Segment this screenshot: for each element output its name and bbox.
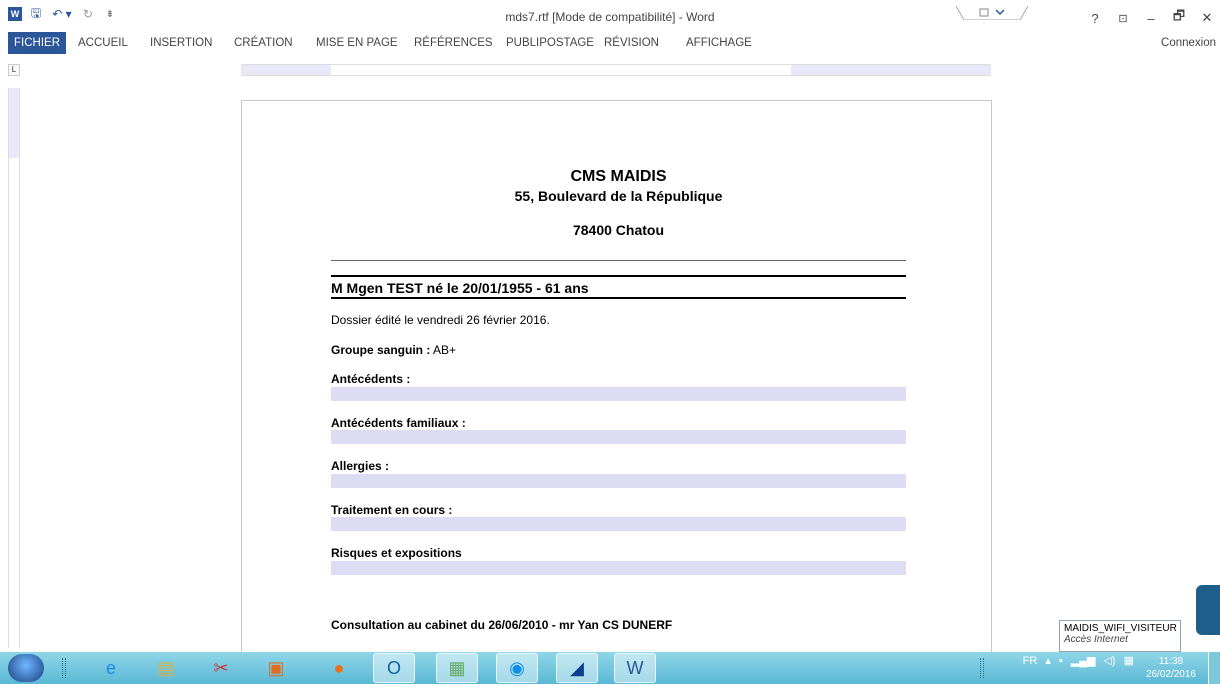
section-field[interactable] xyxy=(331,474,906,488)
section-antecedents: Antécédents : xyxy=(331,372,411,386)
section-treatment: Traitement en cours : xyxy=(331,503,453,517)
snipping-tool-icon[interactable]: ✂ xyxy=(200,653,242,683)
help-button[interactable]: ? xyxy=(1088,11,1102,26)
word-window: W 🖫 ↶ ▾ ↻ ⇟ mds7.rtf [Mode de compatibil… xyxy=(0,0,1220,684)
section-family-history: Antécédents familiaux : xyxy=(331,416,466,430)
letterhead: CMS MAIDIS 55, Boulevard de la Républiqu… xyxy=(331,168,906,238)
title-bar: W 🖫 ↶ ▾ ↻ ⇟ mds7.rtf [Mode de compatibil… xyxy=(0,0,1220,32)
consultation-heading: Consultation au cabinet du 26/06/2010 - … xyxy=(331,618,673,632)
maidis-app-icon[interactable]: ◢ xyxy=(556,653,598,683)
tab-references[interactable]: RÉFÉRENCES xyxy=(408,32,499,54)
remote-desktop-icon[interactable]: ▦ xyxy=(436,653,478,683)
organization-address: 55, Boulevard de la République xyxy=(514,188,723,204)
ribbon-display-options-icon[interactable] xyxy=(956,6,1028,20)
outlook-icon[interactable]: O xyxy=(373,653,415,683)
system-clock[interactable]: 11:38 26/02/2016 xyxy=(1146,655,1196,681)
section-field[interactable] xyxy=(331,430,906,444)
section-field[interactable] xyxy=(331,517,906,531)
edited-date: Dossier édité le vendredi 26 février 201… xyxy=(331,313,550,327)
blood-group: Groupe sanguin : AB+ xyxy=(331,343,456,357)
patient-heading: M Mgen TEST né le 20/01/1955 - 61 ans xyxy=(331,280,589,296)
taskbar: e ▤ ✂ ▣ ● O ▦ ◉ ◢ W FR ▴ ▪ ▂▄▆ ◁) ▦ 11:3… xyxy=(0,652,1220,684)
file-explorer-icon[interactable]: ▤ xyxy=(145,653,187,683)
tab-affichage[interactable]: AFFICHAGE xyxy=(680,32,758,54)
tab-selector[interactable]: L xyxy=(8,64,20,76)
word-taskbar-icon[interactable]: W xyxy=(614,653,656,683)
tab-accueil[interactable]: ACCUEIL xyxy=(72,32,134,54)
tab-creation[interactable]: CRÉATION xyxy=(228,32,299,54)
divider xyxy=(331,260,906,261)
teamviewer-icon[interactable]: ◉ xyxy=(496,653,538,683)
organization-city: 78400 Chatou xyxy=(572,222,665,238)
internet-explorer-icon[interactable]: e xyxy=(90,653,132,683)
action-center-icon[interactable]: ▦ xyxy=(1124,654,1134,667)
show-hidden-icons[interactable]: ▴ xyxy=(1045,654,1051,667)
organization-name: CMS MAIDIS xyxy=(570,168,667,185)
show-desktop-button[interactable] xyxy=(1208,652,1220,684)
tab-insertion[interactable]: INSERTION xyxy=(144,32,218,54)
tab-revision[interactable]: RÉVISION xyxy=(598,32,665,54)
section-allergies: Allergies : xyxy=(331,459,390,473)
section-field[interactable] xyxy=(331,387,906,401)
tab-fichier[interactable]: FICHIER xyxy=(8,32,66,54)
tab-publipostage[interactable]: PUBLIPOSTAGE xyxy=(500,32,600,54)
divider xyxy=(331,275,906,277)
horizontal-ruler[interactable] xyxy=(241,64,991,76)
clock-time: 11:38 xyxy=(1158,656,1184,667)
network-status: Accès Internet xyxy=(1064,634,1128,645)
signin-link[interactable]: Connexion xyxy=(1161,32,1216,54)
blood-group-label: Groupe sanguin : xyxy=(331,343,431,357)
wifi-tooltip: MAIDIS_WIFI_VISITEUR Accès Internet xyxy=(1059,620,1181,652)
media-player-icon[interactable]: ▣ xyxy=(255,653,297,683)
blood-group-value: AB+ xyxy=(430,343,457,357)
minimize-button[interactable]: – xyxy=(1144,11,1158,26)
volume-icon[interactable]: ◁) xyxy=(1103,654,1115,667)
taskbar-grip xyxy=(62,658,66,678)
vertical-ruler[interactable] xyxy=(8,88,20,658)
restore-button[interactable]: 🗗 xyxy=(1172,7,1186,29)
ribbon-options-icon[interactable]: ⊡ xyxy=(1116,12,1130,25)
network-name: MAIDIS_WIFI_VISITEUR xyxy=(1064,623,1177,634)
section-field[interactable] xyxy=(331,561,906,575)
close-button[interactable]: ✕ xyxy=(1200,10,1214,26)
ribbon-tabs: FICHIER ACCUEIL INSERTION CRÉATION MISE … xyxy=(0,32,1220,54)
teamviewer-widget[interactable] xyxy=(1196,585,1220,635)
wifi-signal-icon[interactable]: ▂▄▆ xyxy=(1071,654,1096,667)
window-title: mds7.rtf [Mode de compatibilité] - Word xyxy=(505,10,715,24)
taskbar-grip xyxy=(980,658,984,678)
window-controls: ? ⊡ – 🗗 ✕ xyxy=(1088,7,1214,29)
clock-date: 26/02/2016 xyxy=(1145,669,1196,680)
teamviewer-tray-icon[interactable]: ▪ xyxy=(1059,655,1063,667)
divider xyxy=(331,297,906,299)
section-risks: Risques et expositions xyxy=(331,546,462,560)
language-indicator[interactable]: FR xyxy=(1023,655,1038,667)
tab-mise-en-page[interactable]: MISE EN PAGE xyxy=(310,32,404,54)
system-tray: FR ▴ ▪ ▂▄▆ ◁) ▦ xyxy=(1023,654,1134,668)
firefox-icon[interactable]: ● xyxy=(318,653,360,683)
start-button[interactable] xyxy=(8,654,44,682)
